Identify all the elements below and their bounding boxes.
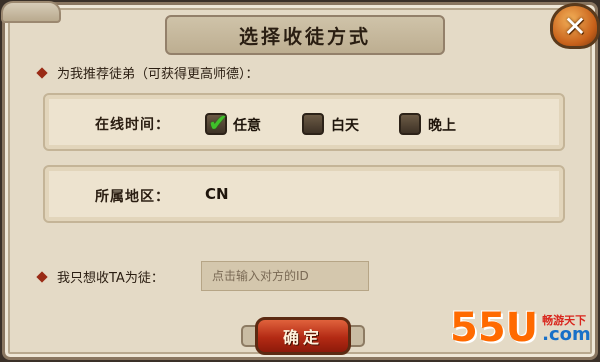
online-time-label: 在线时间： xyxy=(95,117,170,133)
recommend-label-text: 为我推荐徒弟（可获得更高师德）： xyxy=(57,67,259,82)
recommend-section-label: 为我推荐徒弟（可获得更高师德）： xyxy=(35,63,259,82)
site-watermark: 55U 畅游天下 .com xyxy=(450,305,591,351)
diamond-bullet-icon xyxy=(36,66,48,79)
specific-apprentice-label: 我只想收TA为徒： xyxy=(35,267,164,286)
diamond-bullet-icon xyxy=(36,270,48,283)
online-night-label[interactable]: 晚上 xyxy=(428,115,456,135)
specific-label-text: 我只想收TA为徒： xyxy=(57,271,164,286)
online-day-label[interactable]: 白天 xyxy=(331,115,359,135)
confirm-button[interactable]: 确定 xyxy=(255,317,351,355)
dialog-title-bar: 选择收徒方式 xyxy=(165,15,445,55)
region-panel: 所属地区： CN xyxy=(43,165,565,223)
close-button[interactable]: ✕ xyxy=(550,3,600,49)
confirm-button-group: 确定 xyxy=(241,313,365,359)
apprentice-id-input[interactable] xyxy=(201,261,369,291)
watermark-domain: .com xyxy=(542,324,591,346)
select-apprentice-dialog: 选择收徒方式 ✕ 为我推荐徒弟（可获得更高师德）： 在线时间： ✔ 任意 白天 … xyxy=(1,1,600,360)
online-day-checkbox[interactable] xyxy=(302,113,324,135)
close-icon: ✕ xyxy=(563,9,587,43)
dialog-corner-left xyxy=(1,1,61,23)
watermark-logo: 55U xyxy=(450,305,539,351)
online-any-checkbox[interactable]: ✔ xyxy=(205,109,228,137)
online-time-panel: 在线时间： ✔ 任意 白天 晚上 xyxy=(43,93,565,151)
online-night-checkbox[interactable] xyxy=(399,113,421,135)
region-label: 所属地区： xyxy=(95,189,170,205)
checkmark-icon: ✔ xyxy=(208,109,229,137)
dialog-title: 选择收徒方式 xyxy=(238,25,371,48)
online-any-label[interactable]: 任意 xyxy=(233,115,261,135)
region-value[interactable]: CN xyxy=(205,185,229,203)
